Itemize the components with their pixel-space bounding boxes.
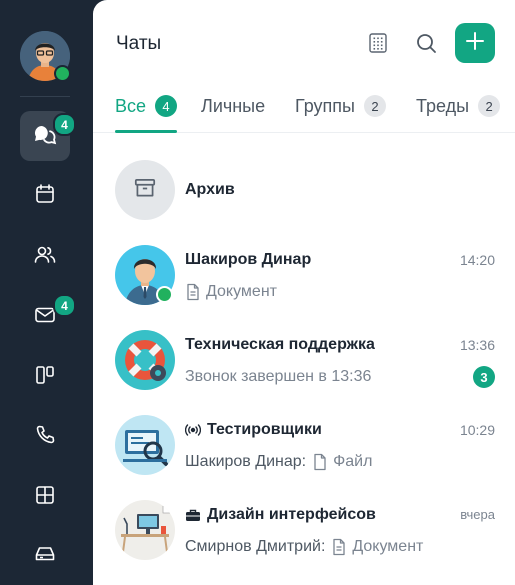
chat-list-item[interactable]: Тестировщики 10:29 Шакиров Динар: Файл <box>93 405 515 485</box>
apps-icon <box>33 483 57 512</box>
message-text: Документ <box>206 283 277 300</box>
archive-avatar <box>115 160 175 220</box>
phone-icon <box>33 423 57 452</box>
unread-badge: 3 <box>473 366 495 388</box>
briefcase-icon <box>185 508 201 522</box>
chat-time: 14:20 <box>459 252 495 268</box>
tab-label: Группы <box>295 96 355 116</box>
sidebar-divider <box>20 96 70 97</box>
chat-time: вчера <box>460 507 495 522</box>
design-group-avatar-image <box>115 500 175 560</box>
chat-filter-tabs: Все 4 Личные Группы 2 Треды 2 <box>93 92 515 133</box>
sidebar-item-contacts[interactable] <box>20 232 70 282</box>
archive-icon <box>132 175 158 206</box>
chat-list-item[interactable]: Шакиров Динар 14:20 Документ <box>93 235 515 315</box>
message-sender: Смирнов Дмитрий: <box>185 538 326 555</box>
document-icon <box>185 283 201 301</box>
chats-unread-badge: 4 <box>53 113 76 136</box>
chat-time: 10:29 <box>459 422 495 438</box>
group-avatar <box>115 500 175 560</box>
tab-count-badge: 4 <box>155 95 178 117</box>
tab-count-badge: 2 <box>478 95 501 117</box>
archive-row[interactable]: Архив <box>93 150 515 230</box>
support-avatar-image <box>115 330 175 390</box>
page-title: Чаты <box>116 33 162 54</box>
contact-avatar <box>115 245 175 305</box>
boards-icon <box>33 363 57 392</box>
mail-unread-badge: 4 <box>53 294 76 317</box>
chat-name: Тестировщики <box>185 421 322 439</box>
calendar-icon <box>33 182 57 211</box>
chat-last-message: Шакиров Динар: Файл <box>185 453 372 471</box>
tab-threads[interactable]: Треды 2 <box>416 95 501 132</box>
tab-personal[interactable]: Личные <box>201 96 265 132</box>
sidebar-item-calendar[interactable] <box>20 171 70 221</box>
contact-avatar <box>115 330 175 390</box>
online-status-dot <box>54 65 71 82</box>
tab-all[interactable]: Все 4 <box>115 95 178 133</box>
qr-code-icon <box>366 31 390 60</box>
tab-label: Личные <box>201 96 266 116</box>
plus-icon <box>464 30 486 57</box>
message-sender: Шакиров Динар: <box>185 453 307 470</box>
qr-code-button[interactable] <box>358 25 398 65</box>
chat-name: Шакиров Динар <box>185 251 312 268</box>
chat-last-message: Звонок завершен в 13:36 <box>185 368 371 386</box>
document-icon <box>331 538 347 556</box>
chat-name-text: Тестировщики <box>207 421 322 438</box>
broadcast-icon <box>185 423 201 437</box>
chat-list-panel: Чаты Все 4 Личные Группы 2 Треды 2 Архив… <box>93 0 515 585</box>
sidebar-item-apps[interactable] <box>20 472 70 522</box>
sidebar-item-storage[interactable] <box>20 530 70 580</box>
chat-name: Дизайн интерфейсов <box>185 506 376 524</box>
chat-last-message: Смирнов Дмитрий: Документ <box>185 538 423 556</box>
message-text: Документ <box>352 538 424 555</box>
group-avatar-image <box>115 415 175 475</box>
message-text: Звонок завершен в 13:36 <box>185 368 372 385</box>
archive-label: Архив <box>185 181 235 198</box>
sidebar-item-boards[interactable] <box>20 352 70 402</box>
group-avatar <box>115 415 175 475</box>
search-icon <box>414 31 438 60</box>
tab-groups[interactable]: Группы 2 <box>295 95 386 132</box>
chat-time: 13:36 <box>459 337 495 353</box>
online-status-dot <box>156 286 173 303</box>
tab-label: Треды <box>416 96 470 116</box>
chat-list-item[interactable]: Дизайн интерфейсов вчера Смирнов Дмитрий… <box>93 490 515 570</box>
sidebar-item-mail[interactable]: 4 <box>20 292 76 342</box>
chat-name-text: Дизайн интерфейсов <box>207 506 376 523</box>
message-text: Файл <box>333 453 373 470</box>
tab-label: Все <box>115 96 147 116</box>
chat-name: Техническая поддержка <box>185 336 375 353</box>
storage-icon <box>33 541 57 570</box>
user-avatar[interactable] <box>20 31 71 82</box>
sidebar: 4 4 <box>0 0 93 585</box>
contacts-icon <box>33 243 57 272</box>
chat-last-message: Документ <box>185 283 277 301</box>
chat-list-item[interactable]: Техническая поддержка 13:36 Звонок завер… <box>93 320 515 400</box>
file-icon <box>312 453 328 471</box>
search-button[interactable] <box>406 25 446 65</box>
sidebar-item-calls[interactable] <box>20 412 70 462</box>
sidebar-item-chats[interactable]: 4 <box>20 111 76 161</box>
new-chat-button[interactable] <box>455 23 495 63</box>
tab-count-badge: 2 <box>363 95 386 117</box>
